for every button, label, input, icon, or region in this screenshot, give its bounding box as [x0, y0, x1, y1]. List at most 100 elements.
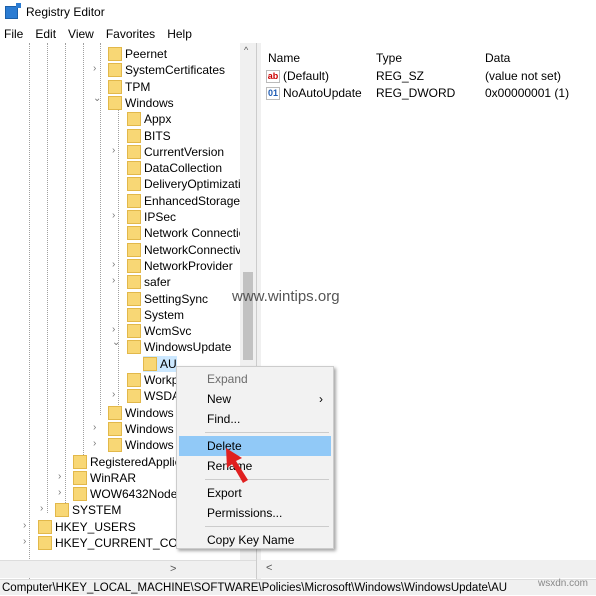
tree-item[interactable]: WinRAR — [73, 470, 136, 486]
tree-horizontal-scrollbar[interactable]: > — [0, 560, 256, 578]
tree-item[interactable]: safer — [127, 274, 171, 290]
folder-icon — [55, 503, 69, 518]
tree-item-label: SYSTEM — [72, 503, 122, 518]
tree-item[interactable]: Network Connections — [127, 225, 256, 241]
tree-item[interactable]: BITS — [127, 128, 171, 144]
menu-file[interactable]: File — [0, 27, 29, 43]
tree-item[interactable]: Peernet — [108, 46, 167, 62]
tree-item-label: WindowsUpdate — [144, 340, 232, 355]
tree-item[interactable]: Windows — [108, 95, 174, 111]
column-header-data[interactable]: Data — [485, 51, 510, 65]
list-horizontal-scrollbar[interactable]: < — [261, 560, 596, 578]
expand-chevron-icon[interactable]: › — [40, 503, 43, 514]
folder-icon — [38, 536, 52, 550]
expand-chevron-icon[interactable]: › — [93, 422, 96, 433]
menu-item-copy-key-name[interactable]: Copy Key Name — [179, 530, 331, 550]
tree-guide-line — [47, 43, 48, 513]
folder-icon — [127, 340, 141, 355]
expand-chevron-icon[interactable]: › — [112, 389, 115, 400]
tree-item[interactable]: SYSTEM — [55, 502, 121, 518]
folder-icon — [73, 470, 87, 485]
tree-item[interactable]: SettingSync — [127, 291, 208, 307]
expand-chevron-icon[interactable]: › — [112, 210, 115, 221]
menu-item-label: Find... — [207, 412, 241, 426]
tree-item[interactable]: AU — [143, 355, 177, 372]
expand-chevron-icon[interactable]: › — [23, 536, 26, 547]
value-row[interactable]: 01 NoAutoUpdate REG_DWORD 0x00000001 (1) — [266, 85, 596, 101]
expand-chevron-icon[interactable]: › — [93, 63, 96, 74]
tree-item[interactable]: DataCollection — [127, 160, 222, 176]
tree-item[interactable]: DeliveryOptimization — [127, 176, 254, 192]
column-header-name[interactable]: Name — [268, 51, 300, 65]
tree-item[interactable]: NetworkConnectivityStatusIndicator — [127, 242, 256, 258]
title-bar: Registry Editor — [0, 0, 596, 26]
menu-favorites[interactable]: Favorites — [100, 27, 161, 43]
value-row[interactable]: ab (Default) REG_SZ (value not set) — [266, 68, 596, 84]
watermark-corner: wsxdn.com — [538, 578, 589, 589]
scroll-right-icon[interactable]: > — [170, 563, 176, 575]
tree-item[interactable]: SystemCertificates — [108, 62, 225, 78]
menu-edit[interactable]: Edit — [29, 27, 62, 43]
folder-icon — [108, 421, 122, 436]
tree-item[interactable]: WcmSvc — [127, 323, 191, 339]
menu-item-export[interactable]: Export — [179, 483, 331, 503]
tree-item[interactable]: Appx — [127, 111, 171, 127]
folder-icon — [127, 258, 141, 273]
tree-item-label: DeliveryOptimization — [144, 177, 255, 192]
folder-icon — [143, 356, 157, 371]
menu-item-expand[interactable]: Expand — [179, 369, 331, 389]
tree-item[interactable]: Windows N — [108, 437, 186, 453]
menu-item-permissions[interactable]: Permissions... — [179, 503, 331, 523]
expand-chevron-icon[interactable]: › — [93, 438, 96, 449]
folder-icon — [127, 226, 141, 241]
folder-icon — [127, 324, 141, 339]
tree-item-label: IPSec — [144, 210, 177, 224]
folder-icon — [127, 242, 141, 257]
expand-chevron-icon[interactable]: › — [23, 520, 26, 531]
menu-bar: File Edit View Favorites Help — [0, 27, 198, 43]
expand-chevron-icon[interactable]: › — [112, 259, 115, 270]
expand-chevron-icon[interactable]: › — [58, 471, 61, 482]
tree-item[interactable]: Windows D — [108, 421, 186, 437]
expand-chevron-icon[interactable]: › — [58, 487, 61, 498]
red-arrow-pointer — [226, 448, 248, 483]
tree-item[interactable]: TPM — [108, 79, 150, 95]
tree-item[interactable]: WindowsUpdate — [127, 339, 231, 355]
tree-guide-line — [83, 43, 84, 463]
tree-guide-line — [118, 103, 119, 413]
tree-item[interactable]: CurrentVersion — [127, 144, 224, 160]
tree-item[interactable]: IPSec — [127, 209, 176, 225]
tree-item-label: Appx — [144, 112, 172, 127]
tree-item[interactable]: NetworkProvider — [127, 258, 233, 274]
folder-icon — [127, 291, 141, 306]
folder-icon — [127, 275, 141, 290]
tree-item-label: SettingSync — [144, 291, 209, 306]
tree-item[interactable]: System — [127, 307, 184, 323]
column-header-type[interactable]: Type — [376, 51, 402, 65]
tree-item[interactable]: EnhancedStorageDevices — [127, 193, 256, 209]
expand-chevron-icon[interactable]: › — [112, 324, 115, 335]
expand-chevron-icon[interactable]: › — [112, 145, 115, 156]
tree-item-label: WOW6432Node — [90, 487, 178, 502]
menu-view[interactable]: View — [62, 27, 100, 43]
tree-item-label: WcmSvc — [144, 324, 192, 339]
collapse-chevron-icon[interactable]: ⌄ — [112, 337, 120, 348]
tree-item-label: AU — [160, 356, 177, 371]
tree-item-label: SystemCertificates — [125, 63, 226, 78]
expand-chevron-icon[interactable]: › — [112, 275, 115, 286]
tree-guide-line — [65, 43, 66, 503]
tree-item[interactable]: HKEY_USERS — [38, 519, 136, 535]
menu-item-find[interactable]: Find... — [179, 409, 331, 429]
collapse-chevron-icon[interactable]: ⌄ — [93, 93, 101, 104]
tree-scroll-thumb[interactable] — [243, 272, 253, 360]
folder-icon — [73, 487, 87, 502]
tree-item[interactable]: Windows A — [108, 405, 184, 421]
menu-item-new[interactable]: New › — [179, 389, 331, 409]
tree-item[interactable]: WOW6432Node — [73, 486, 177, 502]
tree-item-label: TPM — [125, 79, 151, 94]
folder-icon — [127, 144, 141, 159]
scroll-up-icon[interactable]: ^ — [244, 45, 248, 55]
scroll-left-icon[interactable]: < — [266, 562, 272, 574]
menu-help[interactable]: Help — [161, 27, 198, 43]
value-name: (Default) — [283, 69, 330, 83]
